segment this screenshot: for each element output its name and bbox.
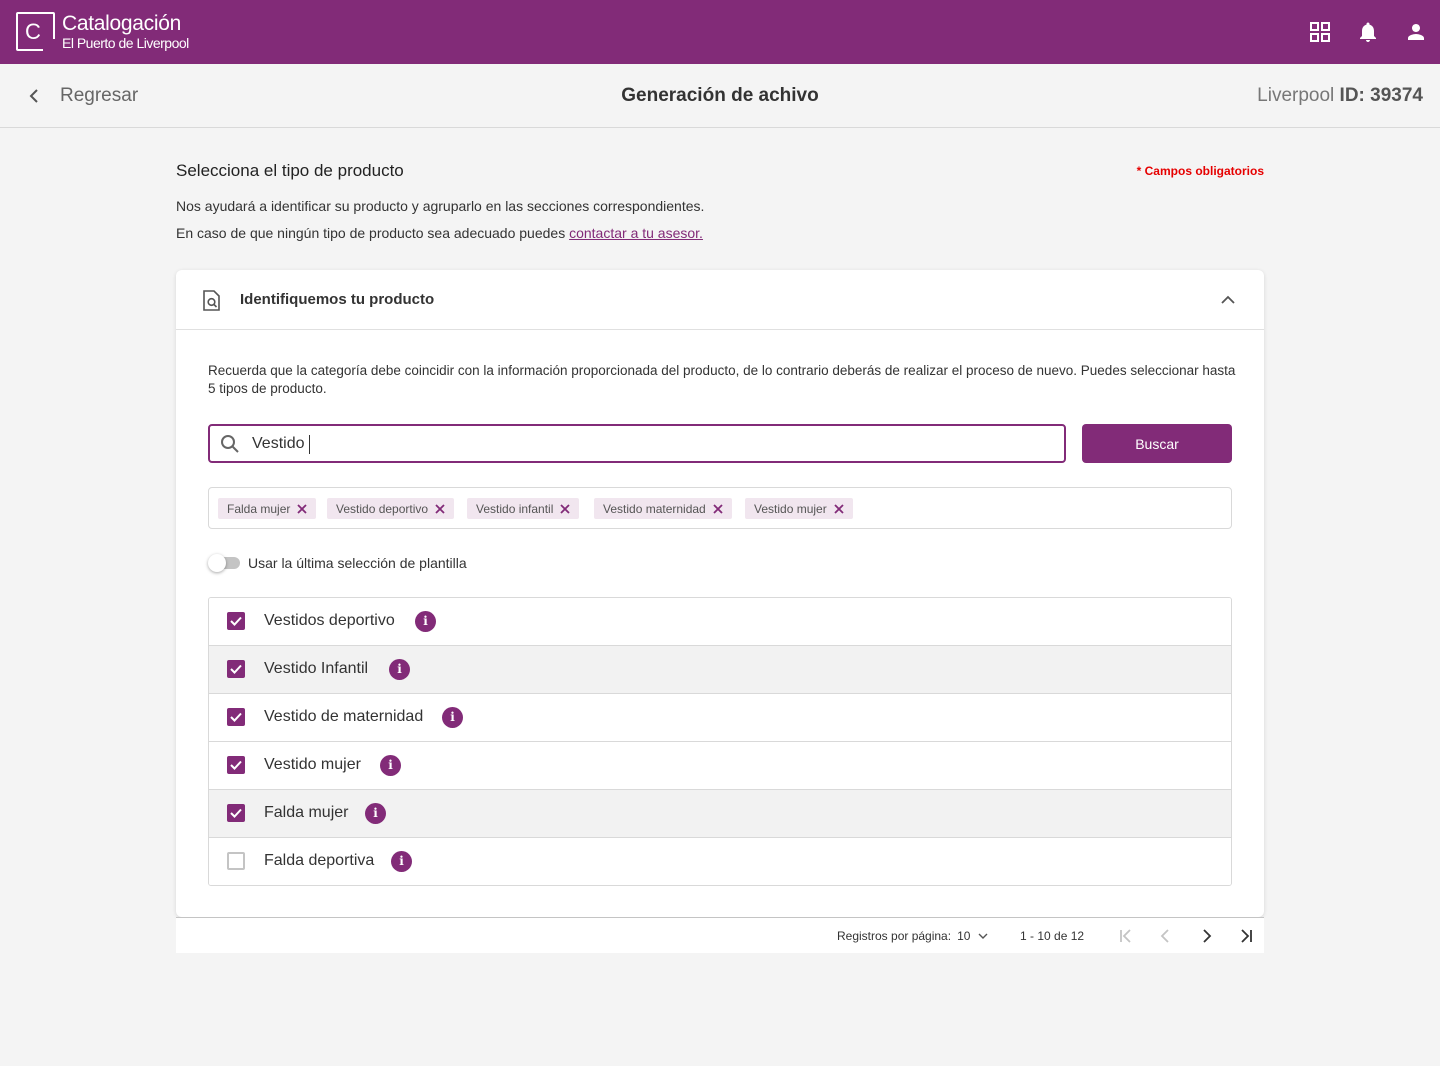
rows-per-page-label: Registros por página: bbox=[837, 929, 951, 943]
checkbox-checked[interactable] bbox=[227, 612, 245, 630]
text-caret bbox=[309, 435, 310, 454]
pagination-bar: Registros por página: 10 1 - 10 de 12 bbox=[176, 917, 1264, 953]
checkbox-checked[interactable] bbox=[227, 756, 245, 774]
bell-icon[interactable] bbox=[1356, 20, 1380, 44]
list-item[interactable]: Vestido mujer i bbox=[209, 741, 1231, 789]
chip-label: Vestido deportivo bbox=[336, 502, 428, 516]
liverpool-id: Liverpool ID: 39374 bbox=[1257, 85, 1423, 107]
identify-product-card: Identifiquemos tu producto Recuerda que … bbox=[176, 270, 1264, 917]
brand-subtitle: El Puerto de Liverpool bbox=[62, 35, 189, 51]
last-template-toggle-row[interactable]: Usar la última selección de plantilla bbox=[208, 554, 467, 572]
info-icon[interactable]: i bbox=[415, 611, 436, 632]
search-icon bbox=[220, 434, 240, 454]
section-title: Selecciona el tipo de producto bbox=[176, 161, 404, 181]
toggle-thumb bbox=[208, 554, 226, 572]
chip-label: Vestido mujer bbox=[754, 502, 827, 516]
close-icon[interactable] bbox=[559, 503, 571, 515]
previous-page-icon[interactable] bbox=[1157, 927, 1175, 945]
id-prefix: Liverpool bbox=[1257, 85, 1334, 106]
info-icon[interactable]: i bbox=[391, 851, 412, 872]
item-label: Vestidos deportivo bbox=[264, 612, 395, 630]
checkbox-unchecked[interactable] bbox=[227, 852, 245, 870]
catalogacion-logo[interactable]: C bbox=[16, 12, 55, 51]
required-fields-note: * Campos obligatorios bbox=[1137, 164, 1264, 178]
sub-header: Regresar Generación de achivo Liverpool … bbox=[0, 64, 1440, 128]
item-label: Vestido Infantil bbox=[264, 660, 368, 678]
list-item[interactable]: Vestido Infantil i bbox=[209, 645, 1231, 693]
chip-vestido-maternidad: Vestido maternidad bbox=[594, 498, 732, 519]
chevron-up-icon[interactable] bbox=[1220, 293, 1236, 307]
info-icon[interactable]: i bbox=[380, 755, 401, 776]
brand-title: Catalogación bbox=[62, 12, 181, 36]
close-icon[interactable] bbox=[833, 503, 845, 515]
intro-text-contact: En caso de que ningún tipo de producto s… bbox=[176, 225, 703, 241]
rows-per-page: Registros por página: 10 bbox=[837, 929, 988, 943]
chip-vestido-deportivo: Vestido deportivo bbox=[327, 498, 454, 519]
search-field[interactable] bbox=[208, 424, 1066, 463]
chip-vestido-infantil: Vestido infantil bbox=[467, 498, 579, 519]
list-item[interactable]: Falda deportiva i bbox=[209, 837, 1231, 885]
checkbox-checked[interactable] bbox=[227, 660, 245, 678]
item-label: Vestido de maternidad bbox=[264, 708, 423, 726]
chip-label: Vestido maternidad bbox=[603, 502, 706, 516]
item-label: Falda mujer bbox=[264, 804, 348, 822]
document-search-icon bbox=[202, 290, 222, 312]
chip-falda-mujer: Falda mujer bbox=[218, 498, 316, 519]
last-page-icon[interactable] bbox=[1237, 927, 1255, 945]
item-label: Falda deportiva bbox=[264, 852, 374, 870]
toggle-label: Usar la última selección de plantilla bbox=[248, 555, 467, 571]
list-item[interactable]: Falda mujer i bbox=[209, 789, 1231, 837]
top-navbar: C Catalogación El Puerto de Liverpool bbox=[0, 0, 1440, 64]
last-template-toggle[interactable] bbox=[208, 554, 242, 572]
info-icon[interactable]: i bbox=[442, 707, 463, 728]
info-icon[interactable]: i bbox=[389, 659, 410, 680]
contact-text: En caso de que ningún tipo de producto s… bbox=[176, 225, 569, 241]
item-label: Vestido mujer bbox=[264, 756, 361, 774]
selected-chips-box: Falda mujer Vestido deportivo Vestido in… bbox=[208, 487, 1232, 529]
page-range: 1 - 10 de 12 bbox=[1020, 929, 1084, 943]
list-item[interactable]: Vestido de maternidad i bbox=[209, 693, 1231, 741]
close-icon[interactable] bbox=[434, 503, 446, 515]
rows-per-page-select[interactable]: 10 bbox=[957, 929, 970, 943]
card-header[interactable]: Identifiquemos tu producto bbox=[176, 270, 1264, 330]
intro-text: Nos ayudará a identificar su producto y … bbox=[176, 198, 704, 214]
card-title: Identifiquemos tu producto bbox=[240, 291, 434, 308]
list-item[interactable]: Vestidos deportivo i bbox=[209, 598, 1231, 645]
contact-advisor-link[interactable]: contactar a tu asesor. bbox=[569, 225, 703, 241]
product-type-list: Vestidos deportivo i Vestido Infantil i … bbox=[208, 597, 1232, 886]
page-title: Generación de achivo bbox=[0, 85, 1440, 107]
card-description: Recuerda que la categoría debe coincidir… bbox=[208, 362, 1238, 398]
chevron-down-icon[interactable] bbox=[978, 932, 988, 940]
checkbox-checked[interactable] bbox=[227, 708, 245, 726]
chip-vestido-mujer: Vestido mujer bbox=[745, 498, 853, 519]
close-icon[interactable] bbox=[296, 503, 308, 515]
close-icon[interactable] bbox=[712, 503, 724, 515]
user-icon[interactable] bbox=[1404, 20, 1428, 44]
chip-label: Falda mujer bbox=[227, 502, 290, 516]
apps-grid-icon[interactable] bbox=[1308, 20, 1332, 44]
checkbox-checked[interactable] bbox=[227, 804, 245, 822]
next-page-icon[interactable] bbox=[1197, 927, 1215, 945]
info-icon[interactable]: i bbox=[365, 803, 386, 824]
search-button[interactable]: Buscar bbox=[1082, 424, 1232, 463]
first-page-icon[interactable] bbox=[1117, 927, 1135, 945]
search-input[interactable] bbox=[252, 433, 1042, 455]
chip-label: Vestido infantil bbox=[476, 502, 553, 516]
id-value: ID: 39374 bbox=[1340, 85, 1423, 106]
logo-letter: C bbox=[25, 19, 41, 45]
